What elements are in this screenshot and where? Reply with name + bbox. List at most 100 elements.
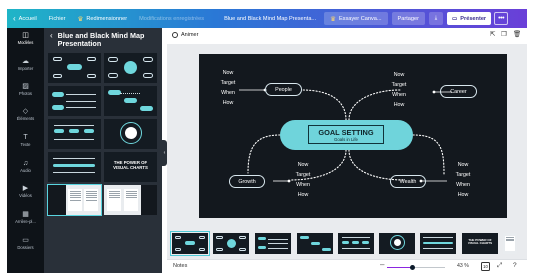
- editor-topbar: ‹ Accueil Fichier ♛ Redimensionner Modif…: [7, 9, 527, 28]
- question-word: Target: [455, 172, 471, 178]
- chevron-left-icon: ‹: [163, 150, 166, 156]
- try-pro-label: Essayer Canva...: [338, 15, 382, 22]
- rail-item-folders[interactable]: ▭ Dossiers: [7, 237, 44, 250]
- canvas-toolbar: Animer ⇱ ❐ 🗑: [167, 28, 527, 44]
- rail-item-upload[interactable]: ☁ Importer: [7, 58, 44, 71]
- panel-title: Blue and Black Mind Map Presentation: [57, 31, 145, 49]
- zoom-level[interactable]: 43 %: [457, 263, 469, 269]
- animate-button[interactable]: Animer: [172, 32, 198, 38]
- template-thumbnail[interactable]: [48, 53, 101, 83]
- template-thumbnail[interactable]: [48, 86, 101, 116]
- home-button[interactable]: ‹ Accueil: [7, 9, 43, 28]
- template-thumbnail[interactable]: [104, 119, 157, 149]
- trash-icon[interactable]: 🗑: [513, 31, 521, 39]
- editor-footer: Notes – 43 % 10 ⤢ ?: [167, 259, 527, 273]
- template-thumbnail[interactable]: [104, 185, 157, 215]
- more-icon: •••: [498, 15, 505, 22]
- background-icon: ▦: [22, 211, 29, 218]
- file-label: Fichier: [48, 15, 66, 22]
- present-button[interactable]: ▭ Présenter: [447, 12, 492, 25]
- rail-label: Modèles: [17, 40, 34, 45]
- page-thumbnail[interactable]: [213, 233, 249, 254]
- rail-label: Arrière-pl...: [15, 219, 36, 224]
- thumbnail-text: THE POWER OF VISUAL CHARTS: [113, 160, 148, 170]
- present-icon: ▭: [452, 15, 458, 22]
- page-thumbnail[interactable]: THE POWER OF VISUAL CHARTS: [462, 233, 498, 254]
- template-thumbnail[interactable]: [104, 53, 157, 83]
- duplicate-icon[interactable]: ❐: [501, 31, 507, 39]
- question-word: Target: [295, 172, 311, 178]
- rail-label: Texte: [20, 142, 31, 147]
- rail-item-elements[interactable]: ◇ Éléments: [7, 108, 44, 121]
- node-career: Career: [440, 85, 477, 98]
- try-pro-button[interactable]: ♛ Essayer Canva...: [324, 12, 388, 25]
- zoom-slider[interactable]: [387, 264, 445, 270]
- chevron-left-icon: ‹: [13, 13, 16, 23]
- rail-item-text[interactable]: T Texte: [7, 134, 44, 147]
- question-word: When: [296, 182, 310, 188]
- node-wealth: Wealth: [390, 175, 426, 188]
- help-icon[interactable]: ?: [513, 262, 517, 270]
- document-title-text: Blue and Black Mind Map Presenta...: [224, 15, 317, 22]
- side-rail: ◫ Modèles ☁ Importer ▨ Photos ◇ Éléments…: [7, 28, 44, 273]
- rail-label: Audio: [20, 168, 31, 173]
- rail-label: Éléments: [16, 116, 35, 121]
- page-count-badge[interactable]: 10: [481, 262, 490, 271]
- share-arrow-icon[interactable]: ⇱: [490, 31, 495, 39]
- chevron-left-icon[interactable]: ‹: [50, 31, 53, 48]
- share-button[interactable]: Partager: [391, 12, 425, 25]
- template-thumbnail-selected[interactable]: [47, 184, 102, 216]
- zoom-slider-fill: [387, 266, 412, 268]
- question-word: How: [297, 192, 309, 198]
- node-people: People: [265, 83, 302, 96]
- download-icon: ⤓: [434, 15, 438, 21]
- template-thumbnail[interactable]: [104, 86, 157, 116]
- thumbnail-text: THE POWER OF VISUAL CHARTS: [467, 238, 493, 246]
- folder-icon: ▭: [22, 237, 29, 244]
- rail-label: Photos: [18, 91, 33, 96]
- zoom-out-icon[interactable]: –: [380, 260, 384, 269]
- question-word: When: [392, 92, 406, 98]
- question-word: Now: [222, 70, 234, 76]
- template-thumbnail[interactable]: [48, 119, 101, 149]
- central-topic-frame: GOAL SETTING Goals in Life: [308, 125, 384, 144]
- document-title[interactable]: Blue and Black Mind Map Presenta...: [218, 9, 322, 28]
- upload-icon: ☁: [22, 58, 29, 65]
- present-label: Présenter: [460, 15, 487, 22]
- central-subtitle: Goals in Life: [334, 136, 358, 142]
- page-thumbnail[interactable]: [420, 233, 456, 254]
- more-options-button[interactable]: •••: [494, 12, 509, 25]
- page-thumbnail[interactable]: [255, 233, 291, 254]
- slide-canvas[interactable]: Now Target When How Now Target When How …: [199, 54, 507, 218]
- fullscreen-icon[interactable]: ⤢: [497, 262, 502, 270]
- rail-item-videos[interactable]: ▶ Vidéos: [7, 185, 44, 198]
- save-status: Modifications enregistrées: [133, 9, 210, 28]
- notes-button[interactable]: Notes: [173, 263, 187, 269]
- central-title: GOAL SETTING: [318, 127, 374, 137]
- node-growth: Growth: [229, 175, 265, 188]
- template-thumbnail[interactable]: THE POWER OF VISUAL CHARTS: [104, 152, 157, 182]
- rail-item-templates[interactable]: ◫ Modèles: [7, 32, 44, 45]
- panel-header: ‹ Blue and Black Mind Map Presentation: [50, 31, 158, 49]
- page-thumbnail[interactable]: [338, 233, 374, 254]
- question-word: Now: [457, 162, 469, 168]
- rail-item-audio[interactable]: ♫ Audio: [7, 160, 44, 173]
- text-icon: T: [23, 134, 28, 141]
- question-word: Target: [391, 82, 407, 88]
- page-filmstrip: THE POWER OF VISUAL CHARTS: [167, 230, 527, 259]
- rail-item-backgrounds[interactable]: ▦ Arrière-pl...: [7, 211, 44, 224]
- page-thumbnail-selected[interactable]: [170, 231, 210, 256]
- zoom-slider-handle[interactable]: [409, 264, 415, 270]
- page-thumbnail[interactable]: [379, 233, 415, 254]
- question-word: Now: [297, 162, 309, 168]
- video-icon: ▶: [22, 185, 29, 192]
- rail-item-photos[interactable]: ▨ Photos: [7, 83, 44, 96]
- home-label: Accueil: [18, 15, 37, 22]
- file-menu[interactable]: Fichier: [43, 9, 72, 28]
- question-word: Now: [393, 72, 405, 78]
- template-thumbnail[interactable]: [48, 152, 101, 182]
- resize-button[interactable]: ♛ Redimensionner: [72, 9, 134, 28]
- page-thumbnail[interactable]: [503, 233, 517, 254]
- download-button[interactable]: ⤓: [429, 12, 443, 25]
- page-thumbnail[interactable]: [297, 233, 333, 254]
